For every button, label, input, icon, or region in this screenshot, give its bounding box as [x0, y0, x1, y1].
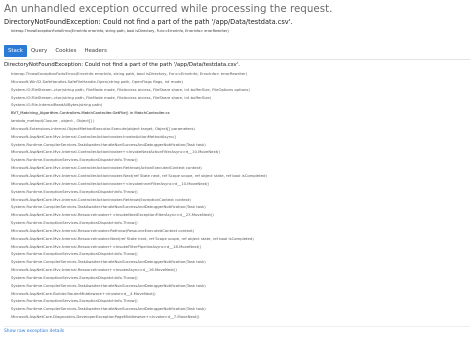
tab-headers[interactable]: Headers: [80, 45, 110, 57]
stack-heading: DirectoryNotFoundException: Could not fi…: [4, 62, 240, 68]
stack-frame[interactable]: System.Runtime.ExceptionServices.Excepti…: [11, 219, 470, 227]
stack-frame[interactable]: System.Runtime.CompilerServices.TaskAwai…: [11, 305, 470, 313]
stack-frame[interactable]: Microsoft.AspNetCore.Builder.RouterMiddl…: [11, 290, 470, 298]
tab-divider: [4, 59, 470, 60]
tab-query[interactable]: Query: [27, 45, 51, 57]
exception-message: DirectoryNotFoundException: Could not fi…: [4, 18, 293, 26]
stack-frame[interactable]: Microsoft.AspNetCore.Mvc.Internal.Resour…: [11, 211, 470, 219]
stack-frame[interactable]: Microsoft.AspNetCore.Mvc.Internal.Contro…: [11, 133, 470, 141]
stack-frame[interactable]: Microsoft.AspNetCore.Mvc.Internal.Contro…: [11, 164, 470, 172]
stack-frame[interactable]: System.Runtime.CompilerServices.TaskAwai…: [11, 203, 470, 211]
stack-frame[interactable]: System.Runtime.CompilerServices.TaskAwai…: [11, 282, 470, 290]
stack-frame[interactable]: Microsoft.AspNetCore.Mvc.Internal.Resour…: [11, 227, 470, 235]
stack-frame[interactable]: Microsoft.AspNetCore.Mvc.Internal.Resour…: [11, 266, 470, 274]
stack-frame[interactable]: Microsoft.AspNetCore.Mvc.Internal.Contro…: [11, 172, 470, 180]
tab-bar: Stack Query Cookies Headers: [4, 45, 111, 57]
stack-frame[interactable]: lambda_method(Closure , object , Object[…: [11, 117, 470, 125]
stack-frame[interactable]: System.Runtime.ExceptionServices.Excepti…: [11, 297, 470, 305]
stack-frame[interactable]: Microsoft.Extensions.Internal.ObjectMeth…: [11, 125, 470, 133]
stack-frame[interactable]: Microsoft.AspNetCore.Mvc.Internal.Resour…: [11, 235, 470, 243]
stack-frame[interactable]: System.Runtime.ExceptionServices.Excepti…: [11, 188, 470, 196]
stack-frame[interactable]: System.Runtime.CompilerServices.TaskAwai…: [11, 141, 470, 149]
stack-frame[interactable]: System.IO.FileStream..ctor(string path, …: [11, 86, 470, 94]
stack-frame[interactable]: System.Runtime.ExceptionServices.Excepti…: [11, 156, 470, 164]
stack-frame[interactable]: System.IO.File.InternalReadAllBytes(stri…: [11, 101, 470, 109]
stack-frame[interactable]: BVT_Matching_Algorithm.Controllers.Match…: [11, 109, 470, 117]
stack-frame[interactable]: System.Runtime.CompilerServices.TaskAwai…: [11, 258, 470, 266]
tab-cookies[interactable]: Cookies: [51, 45, 80, 57]
exception-location: Interop.ThrowExceptionForIoErrno(ErrorIn…: [11, 29, 229, 33]
stack-frame[interactable]: Microsoft.AspNetCore.Mvc.Internal.Contro…: [11, 196, 470, 204]
stack-frame[interactable]: Microsoft.Win32.SafeHandles.SafeFileHand…: [11, 78, 470, 86]
footer-divider: [4, 326, 470, 327]
stack-frame-list: Interop.ThrowExceptionForIoErrno(ErrorIn…: [11, 70, 470, 321]
page-title: An unhandled exception occurred while pr…: [4, 3, 333, 15]
stack-frame[interactable]: Microsoft.AspNetCore.Mvc.Internal.Contro…: [11, 148, 470, 156]
show-raw-exception-link[interactable]: Show raw exception details: [4, 329, 64, 335]
stack-frame[interactable]: System.IO.FileStream..ctor(string path, …: [11, 94, 470, 102]
stack-frame[interactable]: Microsoft.AspNetCore.Mvc.Internal.Resour…: [11, 243, 470, 251]
tab-stack[interactable]: Stack: [4, 45, 27, 57]
stack-frame[interactable]: Microsoft.AspNetCore.Diagnostics.Develop…: [11, 313, 470, 321]
stack-frame[interactable]: Microsoft.AspNetCore.Mvc.Internal.Contro…: [11, 180, 470, 188]
stack-frame[interactable]: System.Runtime.ExceptionServices.Excepti…: [11, 274, 470, 282]
stack-frame[interactable]: Interop.ThrowExceptionForIoErrno(ErrorIn…: [11, 70, 470, 78]
stack-frame[interactable]: System.Runtime.ExceptionServices.Excepti…: [11, 250, 470, 258]
